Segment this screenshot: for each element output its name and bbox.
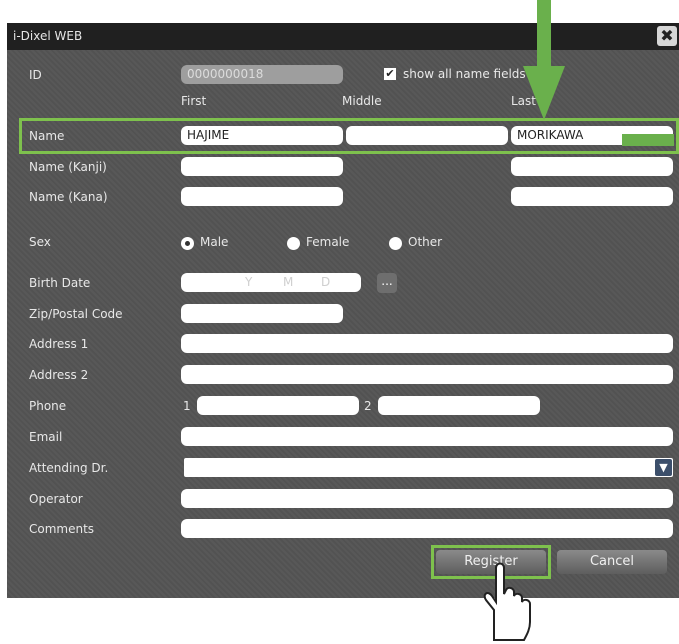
id-label: ID: [29, 68, 42, 82]
sex-other-radio[interactable]: [389, 237, 402, 250]
first-name-kana-field[interactable]: [181, 187, 343, 206]
pointer-hand-icon: [483, 562, 531, 641]
comments-label: Comments: [29, 522, 95, 536]
phone2-field[interactable]: [378, 396, 540, 415]
close-icon[interactable]: ✖: [657, 26, 677, 46]
show-all-checkbox[interactable]: ✔: [384, 68, 396, 80]
birth-year-placeholder: Y: [245, 275, 253, 289]
title-bar: i-Dixel WEB ✖: [7, 23, 679, 50]
attending-dr-label: Attending Dr.: [29, 461, 109, 475]
last-name-kanji-field[interactable]: [511, 157, 673, 176]
comments-field[interactable]: [181, 519, 673, 538]
birth-month-placeholder: M: [283, 275, 294, 289]
address2-field[interactable]: [181, 365, 673, 384]
name-row-highlight: [19, 118, 679, 154]
id-field: 0000000018: [181, 65, 343, 84]
email-label: Email: [29, 430, 63, 444]
zip-field[interactable]: [181, 304, 343, 323]
phone-label: Phone: [29, 399, 67, 413]
dialog-window: i-Dixel WEB ✖ ID 0000000018 ✔ show all n…: [7, 23, 679, 598]
birth-day-placeholder: D: [321, 275, 331, 289]
column-middle: Middle: [342, 94, 382, 108]
birth-date-label: Birth Date: [29, 276, 91, 290]
phone1-field[interactable]: [197, 396, 359, 415]
down-arrow-icon: [523, 0, 565, 120]
sex-female-radio[interactable]: [287, 237, 300, 250]
zip-label: Zip/Postal Code: [29, 307, 123, 321]
phone1-prefix: 1: [183, 399, 191, 413]
window-title: i-Dixel WEB: [13, 29, 83, 43]
last-name-kana-field[interactable]: [511, 187, 673, 206]
sex-female-label: Female: [306, 235, 350, 249]
cancel-button[interactable]: Cancel: [557, 550, 667, 574]
form-body: ID 0000000018 ✔ show all name fields Fir…: [7, 50, 679, 598]
chevron-down-icon[interactable]: ▼: [655, 459, 672, 476]
sex-label: Sex: [29, 235, 51, 249]
address1-field[interactable]: [181, 334, 673, 353]
operator-label: Operator: [29, 492, 83, 506]
email-field[interactable]: [181, 427, 673, 446]
column-first: First: [181, 94, 207, 108]
sex-other-label: Other: [408, 235, 443, 249]
birth-date-field[interactable]: Y M D: [181, 273, 361, 292]
sex-male-label: Male: [200, 235, 229, 249]
calendar-button[interactable]: ...: [377, 273, 397, 293]
phone2-prefix: 2: [364, 399, 372, 413]
address2-label: Address 2: [29, 368, 89, 382]
address1-label: Address 1: [29, 337, 89, 351]
show-all-label: show all name fields: [403, 67, 526, 81]
attending-dr-select[interactable]: [184, 458, 673, 477]
name-kana-label: Name (Kana): [29, 190, 108, 204]
right-arrow-icon: [622, 134, 674, 146]
first-name-kanji-field[interactable]: [181, 157, 343, 176]
sex-male-radio[interactable]: [181, 237, 194, 250]
name-kanji-label: Name (Kanji): [29, 160, 107, 174]
operator-field[interactable]: [181, 489, 673, 508]
